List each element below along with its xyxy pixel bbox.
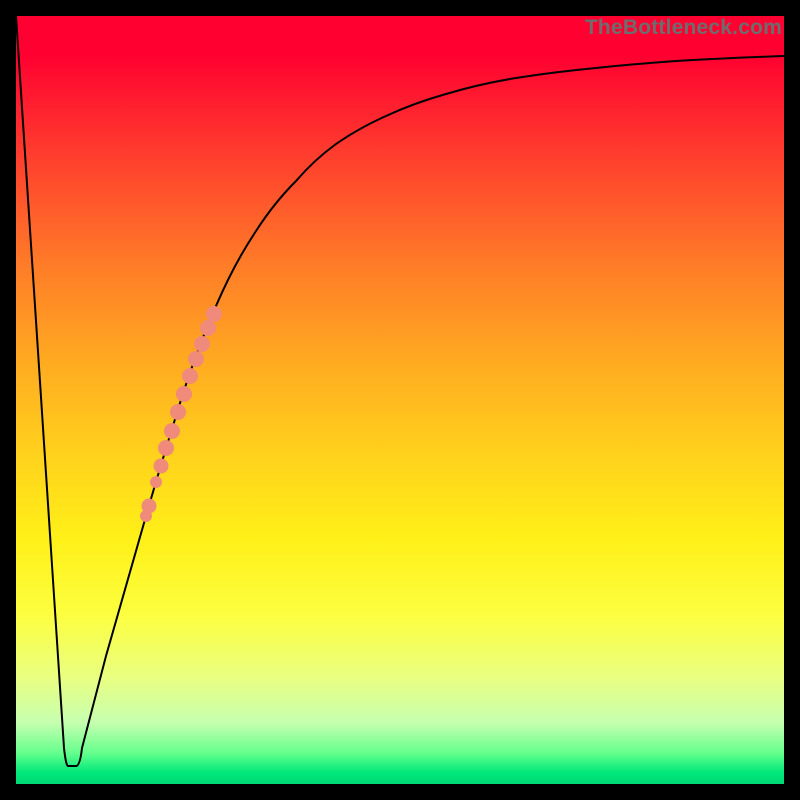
marker-dot (176, 386, 192, 402)
marker-dot (182, 368, 198, 384)
bottleneck-curve-path (16, 16, 784, 766)
chart-frame: TheBottleneck.com (0, 0, 800, 800)
chart-svg (16, 16, 784, 784)
marker-dot (154, 459, 169, 474)
marker-dot (170, 404, 186, 420)
marker-dot (150, 476, 162, 488)
marker-dot (158, 440, 174, 456)
marker-dot (194, 336, 210, 352)
plot-area: TheBottleneck.com (16, 16, 784, 784)
marker-dot (206, 306, 222, 322)
marker-dot (188, 351, 204, 367)
curve-layer (16, 16, 784, 766)
marker-dot (164, 423, 180, 439)
marker-layer (140, 306, 222, 522)
marker-dot (142, 499, 157, 514)
marker-dot (200, 320, 216, 336)
